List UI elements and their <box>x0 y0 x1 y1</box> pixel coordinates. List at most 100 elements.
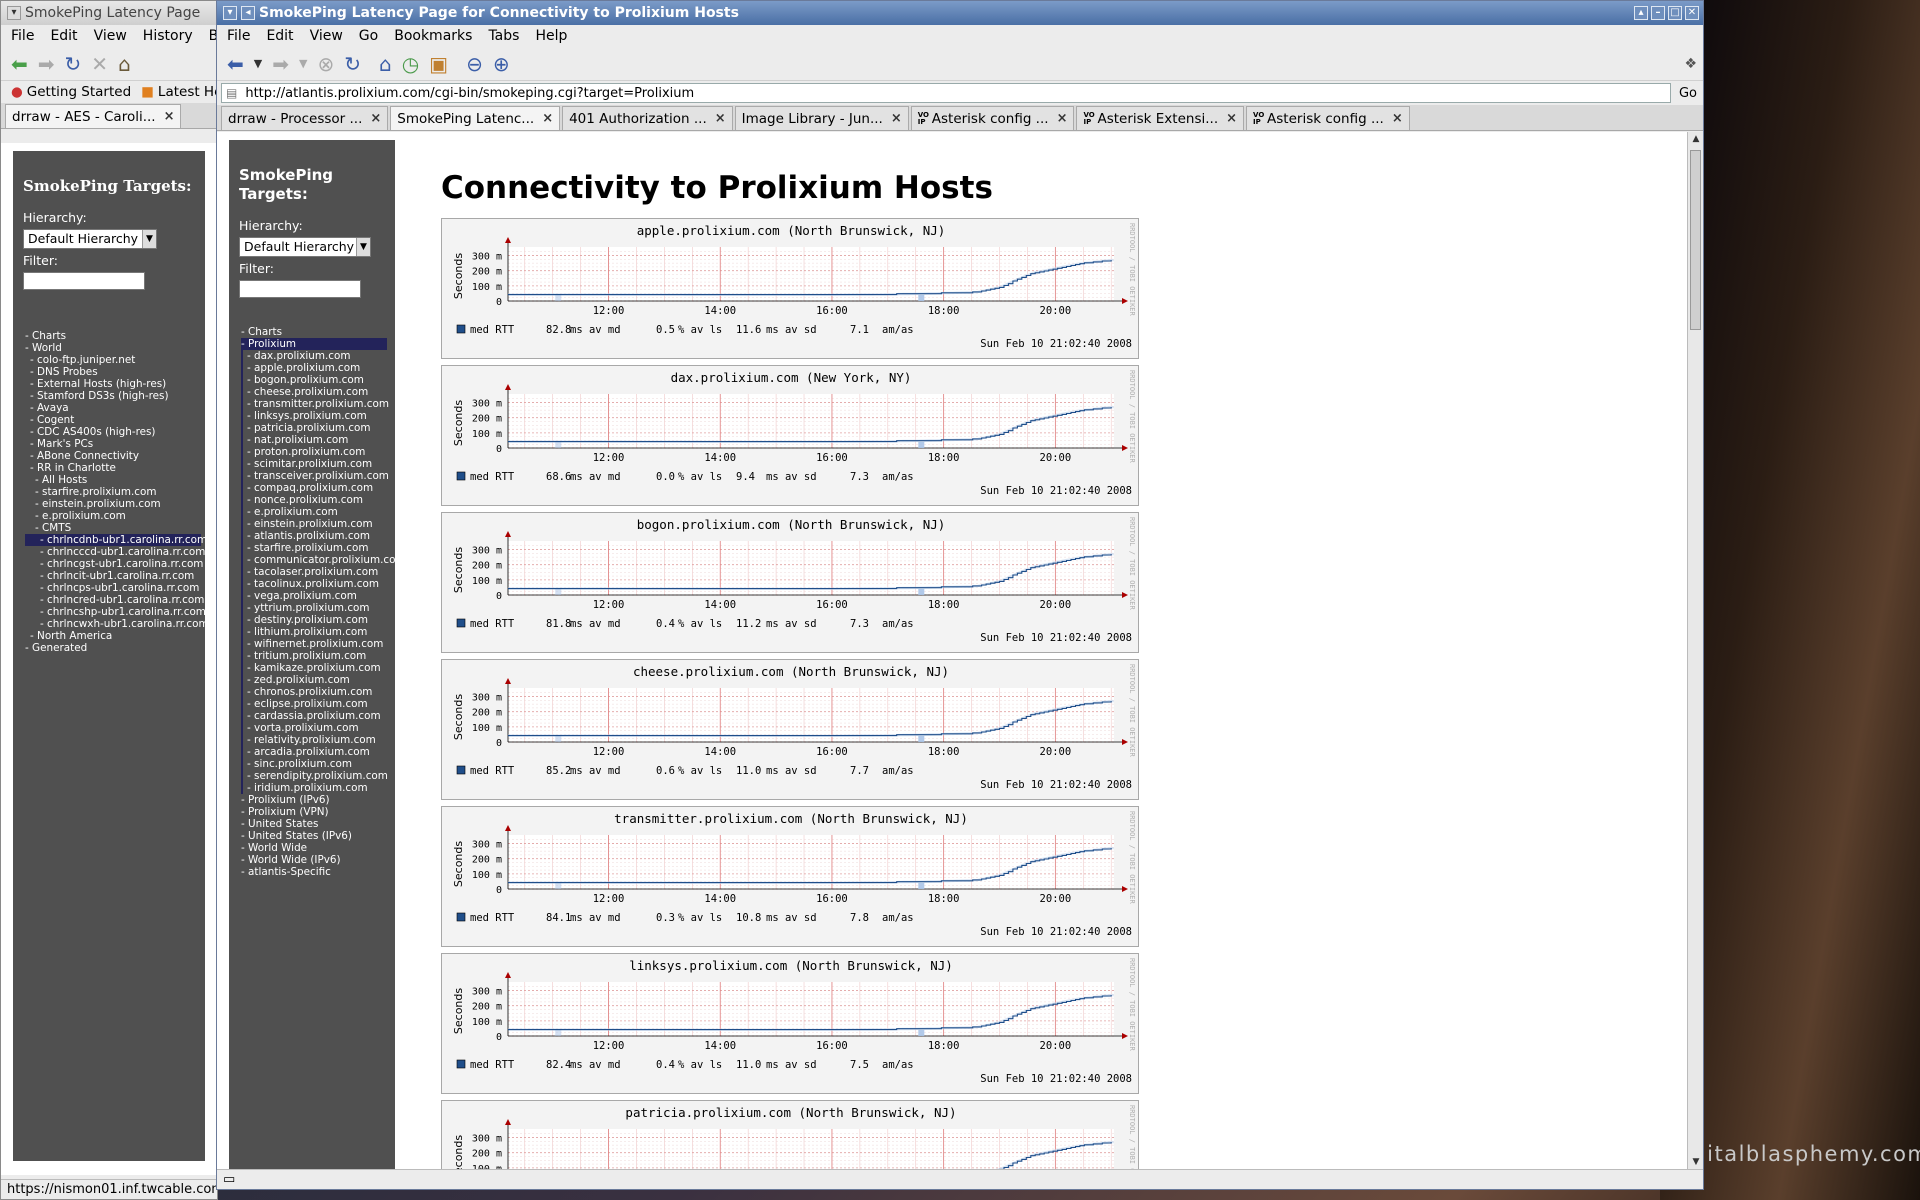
back-tree-item[interactable]: - Charts <box>25 330 205 342</box>
tab-0[interactable]: drraw - Processor ... × <box>221 106 389 130</box>
tree-child-item[interactable]: - relativity.prolixium.com <box>241 734 395 746</box>
stop-icon[interactable]: ⊗ <box>317 52 334 76</box>
back-tree-item[interactable]: - e.prolixium.com <box>25 510 205 522</box>
tab-5[interactable]: VO IP Asterisk Extensi... × <box>1076 106 1245 130</box>
back-tree-item[interactable]: - DNS Probes <box>25 366 205 378</box>
tree-child-item[interactable]: - tritium.prolixium.com <box>241 650 395 662</box>
vertical-scrollbar[interactable]: ▲ ▼ <box>1687 132 1703 1169</box>
latency-graph[interactable]: 12:0014:0016:0018:0020:000100 m200 m300 … <box>441 218 1139 359</box>
tree-item[interactable]: - United States <box>241 818 395 830</box>
menu-file[interactable]: File <box>11 28 34 44</box>
tree-child-item[interactable]: - scimitar.prolixium.com <box>241 458 395 470</box>
forward-arrow-icon[interactable]: ➡ <box>272 52 289 76</box>
back-tree-item[interactable]: - starfire.prolixium.com <box>25 486 205 498</box>
scrollbar-thumb[interactable] <box>1690 150 1701 330</box>
back-tree-item[interactable]: - chrlncgst-ubr1.carolina.rr.com <box>25 558 205 570</box>
history-icon[interactable]: ◷ <box>402 52 419 76</box>
tab-4[interactable]: VO IP Asterisk config ... × <box>910 106 1075 130</box>
tree-child-item[interactable]: - tacolinux.prolixium.com <box>241 578 395 590</box>
back-window-titlebar[interactable]: ▾ SmokePing Latency Page <box>1 1 217 25</box>
menu-edit[interactable]: Edit <box>50 28 77 44</box>
tree-item[interactable]: - United States (IPv6) <box>241 830 395 842</box>
stop-icon[interactable]: ✕ <box>91 52 108 76</box>
tab-3[interactable]: Image Library - Jun... × <box>734 106 909 130</box>
back-tree-item[interactable]: - Generated <box>25 642 205 654</box>
latency-graph[interactable]: 12:0014:0016:0018:0020:000100 m200 m300 … <box>441 512 1139 653</box>
tab-6[interactable]: VO IP Asterisk config ... × <box>1246 106 1410 130</box>
front-window-titlebar[interactable]: ▾ ◂ SmokePing Latency Page for Connectiv… <box>217 1 1703 25</box>
reload-icon[interactable]: ↻ <box>65 52 82 76</box>
back-tree-item[interactable]: - chrlncred-ubr1.carolina.rr.com <box>25 594 205 606</box>
close-icon[interactable]: × <box>164 109 175 124</box>
tree-child-item[interactable]: - zed.prolixium.com <box>241 674 395 686</box>
tree-child-item[interactable]: - bogon.prolixium.com <box>241 374 395 386</box>
minimize-icon[interactable]: – <box>1651 6 1665 20</box>
maximize-icon[interactable]: □ <box>1668 6 1682 20</box>
back-tree-item[interactable]: - Avaya <box>25 402 205 414</box>
tree-child-item[interactable]: - wifinernet.prolixium.com <box>241 638 395 650</box>
tree-child-item[interactable]: - apple.prolixium.com <box>241 362 395 374</box>
latency-graph[interactable]: 12:0014:0016:0018:0020:000100 m200 m300 … <box>441 365 1139 506</box>
tree-child-item[interactable]: - nat.prolixium.com <box>241 434 395 446</box>
tree-child-item[interactable]: - kamikaze.prolixium.com <box>241 662 395 674</box>
tree-child-item[interactable]: - einstein.prolixium.com <box>241 518 395 530</box>
tab-2[interactable]: 401 Authorization ... × <box>562 106 733 130</box>
back-tree-item[interactable]: - chrlncccd-ubr1.carolina.rr.com <box>25 546 205 558</box>
window-shade-icon[interactable]: ◂ <box>241 6 255 20</box>
latency-graph[interactable]: 12:0014:0016:0018:0020:000100 m200 m300 … <box>441 806 1139 947</box>
tree-child-item[interactable]: - patricia.prolixium.com <box>241 422 395 434</box>
home-icon[interactable]: ⌂ <box>379 52 392 76</box>
latency-graph[interactable]: 12:0014:0016:0018:0020:000100 m200 m300 … <box>441 659 1139 800</box>
tree-child-item[interactable]: - lithium.prolixium.com <box>241 626 395 638</box>
back-tree-item[interactable]: - chrlncit-ubr1.carolina.rr.com <box>25 570 205 582</box>
tree-child-item[interactable]: - serendipity.prolixium.com <box>241 770 395 782</box>
back-tree-item[interactable]: - chrlncdnb-ubr1.carolina.rr.com <box>25 534 205 546</box>
scroll-up-icon[interactable]: ▲ <box>1688 132 1703 146</box>
tree-child-item[interactable]: - arcadia.prolixium.com <box>241 746 395 758</box>
scroll-down-icon[interactable]: ▼ <box>1688 1155 1703 1169</box>
menu-history[interactable]: History <box>143 28 193 44</box>
maximize-up-icon[interactable]: ▴ <box>1634 6 1648 20</box>
close-icon[interactable]: × <box>891 111 902 126</box>
menu-view[interactable]: View <box>94 28 127 44</box>
tree-child-item[interactable]: - yttrium.prolixium.com <box>241 602 395 614</box>
reload-icon[interactable]: ↻ <box>344 52 361 76</box>
tree-child-item[interactable]: - compaq.prolixium.com <box>241 482 395 494</box>
tree-item[interactable]: - Prolixium (VPN) <box>241 806 395 818</box>
latency-graph[interactable]: 12:0014:0016:0018:0020:000100 m200 m300 … <box>441 1100 1139 1169</box>
back-tree-item[interactable]: - einstein.prolixium.com <box>25 498 205 510</box>
tree-item-selected[interactable]: - Prolixium <box>241 338 387 350</box>
back-tree-item[interactable]: - All Hosts <box>25 474 205 486</box>
tree-item[interactable]: - World Wide <box>241 842 395 854</box>
tree-child-item[interactable]: - iridium.prolixium.com <box>241 782 395 794</box>
bookmark-latest-headlines[interactable]: Latest Hea <box>158 84 217 100</box>
hierarchy-select[interactable]: Default Hierarchy ▼ <box>239 237 371 257</box>
back-tree-item[interactable]: - Cogent <box>25 414 205 426</box>
tree-item[interactable]: - Charts <box>241 326 395 338</box>
tree-item[interactable]: - World Wide (IPv6) <box>241 854 395 866</box>
tree-child-item[interactable]: - communicator.prolixium.com <box>241 554 395 566</box>
close-icon[interactable]: ✕ <box>1685 6 1699 20</box>
zoom-in-icon[interactable]: ⊕ <box>493 52 510 76</box>
menu-edit[interactable]: Edit <box>266 28 293 44</box>
menu-go[interactable]: Go <box>359 28 378 44</box>
tree-child-item[interactable]: - tacolaser.prolixium.com <box>241 566 395 578</box>
url-input[interactable]: ▤ http://atlantis.prolixium.com/cgi-bin/… <box>221 83 1671 103</box>
tree-child-item[interactable]: - e.prolixium.com <box>241 506 395 518</box>
back-tree-item[interactable]: - RR in Charlotte <box>25 462 205 474</box>
menu-tabs[interactable]: Tabs <box>488 28 519 44</box>
tree-child-item[interactable]: - cheese.prolixium.com <box>241 386 395 398</box>
tree-child-item[interactable]: - starfire.prolixium.com <box>241 542 395 554</box>
window-menu-icon[interactable]: ▾ <box>223 6 237 20</box>
back-tree-item[interactable]: - Mark's PCs <box>25 438 205 450</box>
tree-child-item[interactable]: - cardassia.prolixium.com <box>241 710 395 722</box>
back-hierarchy-select[interactable]: Default Hierarchy ▼ <box>23 229 157 249</box>
close-icon[interactable]: × <box>1392 111 1403 126</box>
tree-child-item[interactable]: - dax.prolixium.com <box>241 350 395 362</box>
back-tree-item[interactable]: - Stamford DS3s (high-res) <box>25 390 205 402</box>
tree-child-item[interactable]: - linksys.prolixium.com <box>241 410 395 422</box>
front-browser-window[interactable]: ▾ ◂ SmokePing Latency Page for Connectiv… <box>216 0 1704 1190</box>
back-tree-item[interactable]: - chrlncwxh-ubr1.carolina.rr.com <box>25 618 205 630</box>
tree-child-item[interactable]: - vorta.prolixium.com <box>241 722 395 734</box>
forward-history-chevron-icon[interactable]: ▼ <box>299 57 307 70</box>
